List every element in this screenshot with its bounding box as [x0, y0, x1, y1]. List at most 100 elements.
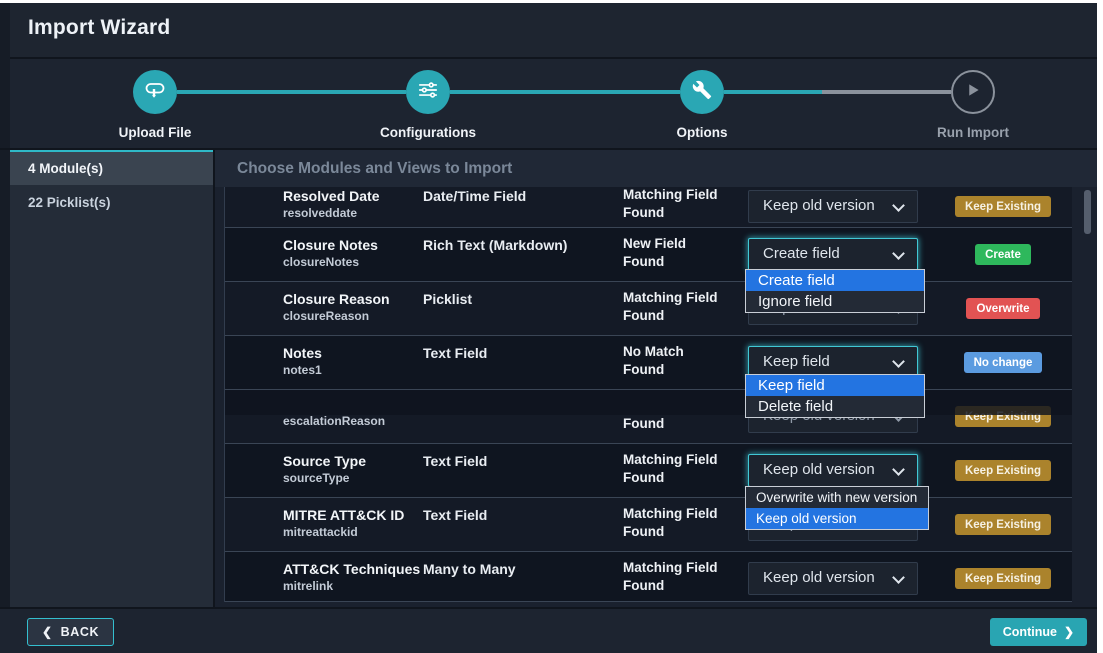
badge-cell: No change	[953, 352, 1053, 373]
field-key: mitreattackid	[283, 525, 358, 539]
status-badge: Keep Existing	[955, 514, 1051, 535]
stepper-connector	[177, 90, 406, 94]
badge-cell: Keep Existing	[953, 568, 1053, 589]
step-label-run-import: Run Import	[937, 125, 1009, 140]
step-label-upload-file: Upload File	[119, 125, 192, 140]
overlay-artifact	[225, 390, 1072, 415]
status-badge: Keep Existing	[955, 568, 1051, 589]
action-select[interactable]: Keep old version	[748, 562, 918, 595]
action-select[interactable]: Create field	[748, 238, 918, 271]
chevron-right-icon: ❯	[1064, 626, 1074, 638]
field-key: closureNotes	[283, 255, 359, 269]
step-configurations[interactable]	[406, 70, 450, 114]
sidebar: 4 Module(s) 22 Picklist(s)	[10, 150, 213, 607]
continue-button[interactable]: Continue ❯	[990, 618, 1087, 646]
field-key: mitrelink	[283, 579, 333, 593]
match-status: Found	[623, 205, 664, 220]
field-type: Many to Many	[423, 561, 516, 577]
field-type: Text Field	[423, 507, 487, 523]
match-status: Found	[623, 524, 664, 539]
badge-cell: Keep Existing	[953, 196, 1053, 217]
step-label-options: Options	[677, 125, 728, 140]
match-status: Matching Field	[623, 187, 718, 202]
field-name: Source Type	[283, 453, 366, 469]
chevron-down-icon	[892, 247, 905, 260]
field-name: Closure Reason	[283, 291, 390, 307]
action-select-value: Keep old version	[763, 569, 875, 586]
table-row: Source Type sourceType Text Field Matchi…	[225, 443, 1072, 497]
match-status: Found	[623, 254, 664, 269]
page-title: Import Wizard	[28, 16, 170, 40]
dropdown-option[interactable]: Ignore field	[746, 291, 924, 312]
status-badge: Keep Existing	[955, 460, 1051, 481]
step-run-import[interactable]	[951, 70, 995, 114]
chevron-down-icon	[892, 463, 905, 476]
field-key: notes1	[283, 363, 322, 377]
wrench-icon	[692, 80, 712, 105]
match-status: Found	[623, 416, 664, 431]
field-name: Notes	[283, 345, 322, 361]
table-row: Notes notes1 Text Field No Match Found K…	[225, 335, 1072, 389]
table-row: escalationReason Found Keep old version …	[225, 389, 1072, 443]
dropdown-option[interactable]: Delete field	[746, 396, 924, 417]
table-row: Closure Reason closureReason Picklist Ma…	[225, 281, 1072, 335]
match-status: Matching Field	[623, 452, 718, 467]
action-select-value: Keep old version	[763, 197, 875, 214]
import-wizard-window: Import Wizard Upload File	[0, 0, 1103, 653]
status-badge: Keep Existing	[955, 196, 1051, 217]
section-heading: Choose Modules and Views to Import	[215, 150, 1097, 187]
back-button-label: BACK	[61, 625, 100, 639]
badge-cell: Keep Existing	[953, 514, 1053, 535]
chevron-down-icon	[892, 571, 905, 584]
main-panel: Choose Modules and Views to Import Resol…	[213, 150, 1097, 607]
table-row: Resolved Date resolveddate Date/Time Fie…	[225, 187, 1072, 227]
badge-cell: Create	[953, 244, 1053, 265]
back-button[interactable]: ❮ BACK	[27, 618, 114, 646]
wizard-content: 4 Module(s) 22 Picklist(s) Choose Module…	[0, 148, 1097, 607]
match-status: New Field	[623, 236, 686, 251]
step-upload-file[interactable]	[133, 70, 177, 114]
match-status: Found	[623, 578, 664, 593]
sliders-icon	[417, 79, 439, 106]
action-select[interactable]: Keep old version	[748, 190, 918, 223]
step-options[interactable]	[680, 70, 724, 114]
field-name: Closure Notes	[283, 237, 378, 253]
match-status: Matching Field	[623, 290, 718, 305]
status-badge: Create	[975, 244, 1031, 265]
status-badge: No change	[964, 352, 1043, 373]
dropdown-option[interactable]: Create field	[746, 270, 924, 291]
fields-table: Resolved Date resolveddate Date/Time Fie…	[224, 187, 1072, 602]
action-select-value: Keep old version	[763, 461, 875, 478]
scrollbar-thumb[interactable]	[1084, 190, 1091, 234]
match-status: Found	[623, 308, 664, 323]
chevron-down-icon	[892, 355, 905, 368]
match-status: Found	[623, 470, 664, 485]
match-status: Matching Field	[623, 506, 718, 521]
match-status: Matching Field	[623, 560, 718, 575]
dropdown-option[interactable]: Overwrite with new version	[746, 487, 928, 508]
dropdown-option[interactable]: Keep old version	[746, 508, 928, 529]
field-key: escalationReason	[283, 414, 385, 428]
chevron-left-icon: ❮	[42, 626, 53, 638]
dropdown-popup-closure-notes: Create field Ignore field	[745, 269, 925, 313]
dropdown-option[interactable]: Keep field	[746, 375, 924, 396]
stepper-connector	[450, 90, 680, 94]
field-name: MITRE ATT&CK ID	[283, 507, 404, 523]
wizard-stepper: Upload File Configurations	[10, 59, 1097, 148]
field-name: ATT&CK Techniques	[283, 561, 420, 577]
action-select[interactable]: Keep old version	[748, 454, 918, 487]
field-type: Text Field	[423, 453, 487, 469]
stepper-connector	[724, 90, 822, 94]
field-key: resolveddate	[283, 206, 357, 220]
match-status: No Match	[623, 344, 684, 359]
field-key: sourceType	[283, 471, 349, 485]
field-type: Rich Text (Markdown)	[423, 237, 567, 253]
footer-bar: ❮ BACK Continue ❯	[0, 607, 1097, 653]
action-select-value: Create field	[763, 245, 840, 262]
sidebar-item-modules[interactable]: 4 Module(s)	[10, 150, 213, 185]
field-type: Picklist	[423, 291, 472, 307]
sidebar-item-picklists[interactable]: 22 Picklist(s)	[10, 185, 213, 220]
step-label-configurations: Configurations	[380, 125, 476, 140]
table-row: MITRE ATT&CK ID mitreattackid Text Field…	[225, 497, 1072, 551]
chevron-down-icon	[892, 199, 905, 212]
